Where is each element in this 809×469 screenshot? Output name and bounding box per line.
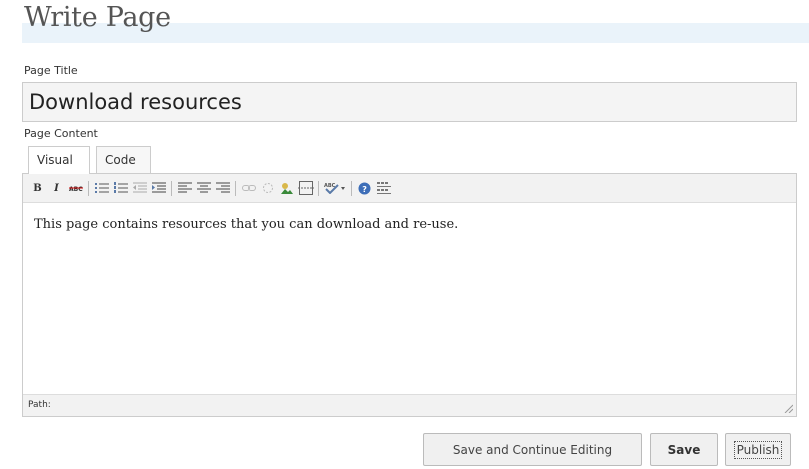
bold-icon[interactable]: B	[29, 180, 46, 197]
help-icon[interactable]: ?	[356, 180, 373, 197]
editor-toolbar: B I ABC ABC ?	[23, 174, 796, 203]
numbered-list-icon[interactable]	[112, 180, 129, 197]
toolbar-separator	[171, 180, 172, 196]
page-content-label: Page Content	[24, 127, 98, 140]
path-label: Path:	[28, 400, 51, 410]
publish-button[interactable]: Publish	[725, 433, 791, 466]
strikethrough-icon[interactable]: ABC	[67, 180, 84, 197]
unlink-icon[interactable]	[259, 180, 276, 197]
tab-code[interactable]: Code	[96, 146, 151, 174]
align-left-icon[interactable]	[176, 180, 193, 197]
tab-visual[interactable]: Visual	[28, 146, 90, 174]
toolbar-separator	[318, 180, 319, 196]
save-and-continue-button[interactable]: Save and Continue Editing	[423, 433, 642, 466]
page-title-input[interactable]: Download resources	[22, 82, 797, 122]
resize-handle-icon[interactable]	[783, 403, 793, 413]
outdent-icon[interactable]	[131, 180, 148, 197]
editor-status-bar: Path:	[23, 394, 796, 416]
more-break-icon[interactable]	[297, 180, 314, 197]
content-text-area[interactable]: This page contains resources that you ca…	[23, 204, 796, 394]
kitchen-sink-icon[interactable]	[375, 180, 392, 197]
page-title: Write Page	[24, 2, 171, 33]
indent-icon[interactable]	[150, 180, 167, 197]
toolbar-separator	[88, 180, 89, 196]
image-icon[interactable]	[278, 180, 295, 197]
spellcheck-icon[interactable]: ABC	[323, 180, 347, 197]
svg-text:?: ?	[362, 185, 367, 194]
content-editor: B I ABC ABC ? This page contains resourc…	[22, 173, 797, 417]
page-title-label: Page Title	[24, 64, 78, 77]
bullet-list-icon[interactable]	[93, 180, 110, 197]
save-button[interactable]: Save	[650, 433, 718, 466]
publish-label: Publish	[733, 440, 783, 459]
strikethrough-glyph: ABC	[69, 186, 83, 193]
toolbar-separator	[351, 180, 352, 196]
align-right-icon[interactable]	[214, 180, 231, 197]
align-center-icon[interactable]	[195, 180, 212, 197]
link-icon[interactable]	[240, 180, 257, 197]
content-body-text: This page contains resources that you ca…	[34, 217, 459, 232]
italic-icon[interactable]: I	[48, 180, 65, 197]
toolbar-separator	[235, 180, 236, 196]
